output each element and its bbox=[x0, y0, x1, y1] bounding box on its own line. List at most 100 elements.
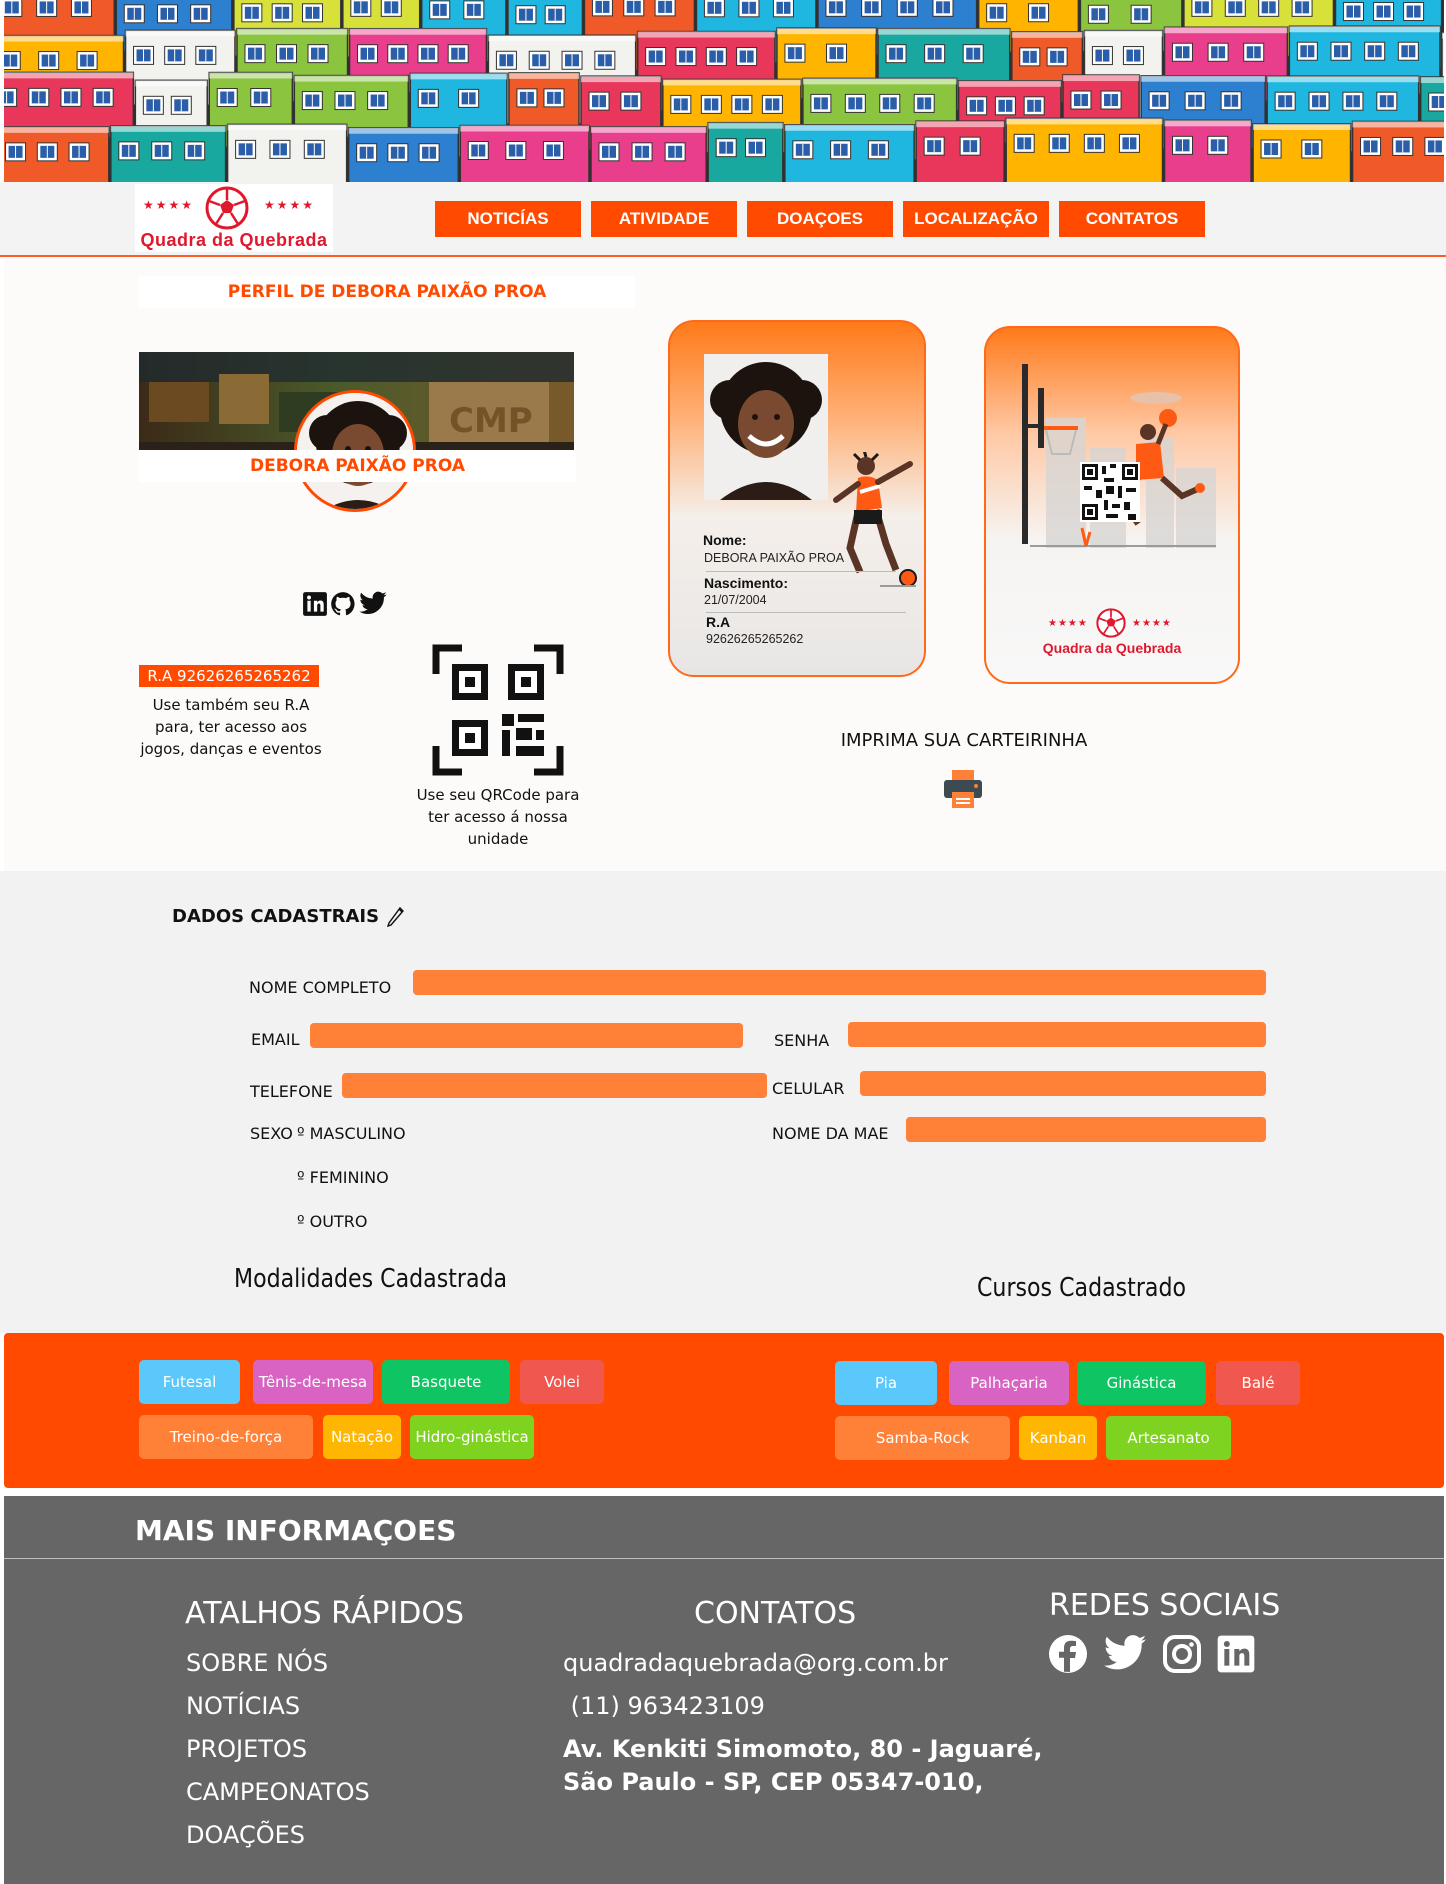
radio-feminino[interactable]: º FEMININO bbox=[297, 1168, 389, 1187]
curso-tag[interactable]: Pia bbox=[835, 1361, 937, 1405]
registration-title-text: DADOS CADASTRAIS bbox=[172, 905, 380, 927]
profile-social-links bbox=[302, 591, 388, 617]
footer-title: MAIS INFORMAÇOES bbox=[135, 1514, 457, 1547]
footer-address-line2: São Paulo - SP, CEP 05347-010, bbox=[563, 1768, 984, 1796]
site-logo[interactable]: ★★★★ ★★★★ Quadra da Quebrada bbox=[135, 184, 333, 252]
card-birth-value: 21/07/2004 bbox=[704, 593, 767, 607]
site-footer: MAIS INFORMAÇOES ATALHOS RÁPIDOS SOBRE N… bbox=[4, 1496, 1444, 1884]
modalidade-tag[interactable]: Volei bbox=[520, 1360, 604, 1404]
footer-social-icons bbox=[1048, 1634, 1256, 1674]
tags-strip: Futesal Tênis-de-mesa Basquete Volei Tre… bbox=[4, 1333, 1444, 1488]
modalidade-tag[interactable]: Tênis-de-mesa bbox=[253, 1360, 373, 1404]
logo-stars-left: ★★★★ bbox=[143, 198, 195, 212]
footer-link-campeonatos[interactable]: CAMPEONATOS bbox=[186, 1778, 370, 1806]
qr-code-icon[interactable] bbox=[432, 644, 564, 776]
site-header: ★★★★ ★★★★ Quadra da Quebrada NOTICÍAS AT… bbox=[0, 182, 1446, 257]
modalidade-tag[interactable]: Basquete bbox=[382, 1360, 510, 1404]
id-card-back: ★★★★ ★★★★ Quadra da Quebrada bbox=[984, 326, 1240, 684]
footer-divider bbox=[4, 1558, 1444, 1559]
ra-help-text: Use também seu R.A para, ter acesso aos … bbox=[140, 696, 322, 758]
label-celular: CELULAR bbox=[772, 1079, 845, 1098]
soccer-player-illustration bbox=[833, 452, 917, 587]
footer-phone: (11) 963423109 bbox=[563, 1692, 765, 1720]
nav-contatos[interactable]: CONTATOS bbox=[1059, 201, 1205, 237]
curso-tag[interactable]: Kanban bbox=[1019, 1416, 1097, 1460]
cursos-title: Cursos Cadastrado bbox=[977, 1273, 1187, 1303]
label-nome-completo: NOME COMPLETO bbox=[249, 978, 392, 997]
footer-address-line1: Av. Kenkiti Simomoto, 80 - Jaguaré, bbox=[563, 1735, 1043, 1763]
pencil-icon[interactable] bbox=[385, 905, 405, 927]
footer-link-noticias[interactable]: NOTÍCIAS bbox=[186, 1692, 300, 1720]
modalidade-tag[interactable]: Treino-de-força bbox=[139, 1415, 313, 1459]
modalidade-tag[interactable]: Natação bbox=[323, 1415, 401, 1459]
printer-icon[interactable] bbox=[942, 768, 984, 810]
footer-email[interactable]: quadradaquebrada@org.com.br bbox=[563, 1649, 948, 1677]
soccer-ball-icon bbox=[205, 186, 249, 230]
nome-mae-input[interactable] bbox=[906, 1117, 1266, 1142]
registration-section: DADOS CADASTRAIS NOME COMPLETO EMAIL SEN… bbox=[0, 871, 1446, 1333]
curso-tag[interactable]: Artesanato bbox=[1106, 1416, 1231, 1460]
twitter-icon[interactable] bbox=[1102, 1634, 1148, 1674]
print-card-title: IMPRIMA SUA CARTEIRINHA bbox=[840, 730, 1088, 751]
id-card-front: Nome: DEBORA PAIXÃO PROA Nascimento: 21/… bbox=[668, 320, 926, 677]
curso-tag[interactable]: Balé bbox=[1216, 1361, 1300, 1405]
card-logo-text: Quadra da Quebrada bbox=[1042, 640, 1182, 656]
card-ra-value: 92626265265262 bbox=[706, 632, 804, 646]
linkedin-icon[interactable] bbox=[1216, 1634, 1256, 1674]
id-card-photo bbox=[704, 354, 828, 500]
card-divider bbox=[706, 612, 906, 613]
curso-tag[interactable]: Samba-Rock bbox=[835, 1416, 1010, 1460]
redes-title: REDES SOCIAIS bbox=[1049, 1588, 1281, 1623]
card-divider bbox=[706, 571, 896, 572]
contatos-title: CONTATOS bbox=[694, 1596, 857, 1631]
footer-link-projetos[interactable]: PROJETOS bbox=[186, 1735, 307, 1763]
label-sexo: SEXO bbox=[250, 1124, 293, 1143]
soccer-ball-icon bbox=[1096, 608, 1126, 638]
profile-section: PERFIL DE DEBORA PAIXÃO PROA CMP DEBORA … bbox=[4, 258, 1446, 871]
label-email: EMAIL bbox=[251, 1030, 300, 1049]
nav-noticias[interactable]: NOTICÍAS bbox=[435, 201, 581, 237]
radio-outro[interactable]: º OUTRO bbox=[297, 1212, 367, 1231]
curso-tag[interactable]: Ginástica bbox=[1077, 1361, 1206, 1405]
senha-input[interactable] bbox=[848, 1022, 1266, 1047]
logo-stars-right: ★★★★ bbox=[263, 198, 315, 212]
logo-text: Quadra da Quebrada bbox=[140, 230, 328, 250]
nav-atividade[interactable]: ATIVIDADE bbox=[591, 201, 737, 237]
email-input[interactable] bbox=[310, 1023, 743, 1048]
modalidade-tag[interactable]: Futesal bbox=[139, 1360, 240, 1404]
svg-text:CMP: CMP bbox=[449, 401, 533, 441]
nome-completo-input[interactable] bbox=[413, 970, 1266, 995]
curso-tag[interactable]: Palhaçaria bbox=[949, 1361, 1069, 1405]
facebook-icon[interactable] bbox=[1048, 1634, 1088, 1674]
registration-title: DADOS CADASTRAIS bbox=[172, 905, 405, 927]
celular-input[interactable] bbox=[860, 1071, 1266, 1096]
qr-help-text: Use seu QRCode para ter acesso á nossa u… bbox=[416, 786, 580, 848]
linkedin-icon[interactable] bbox=[302, 591, 328, 617]
basketball-illustration bbox=[1022, 364, 1216, 548]
twitter-icon[interactable] bbox=[358, 591, 388, 617]
footer-link-sobre[interactable]: SOBRE NÓS bbox=[186, 1649, 328, 1677]
modalidade-tag[interactable]: Hidro-ginástica bbox=[410, 1415, 534, 1459]
hero-banner bbox=[4, 0, 1444, 182]
github-icon[interactable] bbox=[330, 591, 356, 617]
profile-name: DEBORA PAIXÃO PROA bbox=[139, 450, 576, 482]
ra-badge: R.A 92626265265262 bbox=[139, 665, 319, 687]
instagram-icon[interactable] bbox=[1162, 1634, 1202, 1674]
card-logo-stars-right: ★★★★ bbox=[1132, 618, 1172, 629]
nav-localizacao[interactable]: LOCALIZAÇÃO bbox=[903, 201, 1049, 237]
card-name-label: Nome: bbox=[703, 532, 747, 548]
modalidades-title: Modalidades Cadastrada bbox=[234, 1264, 508, 1294]
atalhos-title: ATALHOS RÁPIDOS bbox=[185, 1596, 465, 1631]
card-birth-label: Nascimento: bbox=[704, 575, 789, 591]
card-logo-stars-left: ★★★★ bbox=[1048, 618, 1088, 629]
profile-title: PERFIL DE DEBORA PAIXÃO PROA bbox=[139, 276, 635, 308]
label-nome-mae: NOME DA MAE bbox=[772, 1124, 889, 1143]
card-name-value: DEBORA PAIXÃO PROA bbox=[704, 551, 845, 565]
nav-doacoes[interactable]: DOAÇOES bbox=[747, 201, 893, 237]
label-senha: SENHA bbox=[774, 1031, 830, 1050]
radio-masculino[interactable]: º MASCULINO bbox=[297, 1124, 406, 1143]
footer-link-doacoes[interactable]: DOAÇÕES bbox=[186, 1821, 305, 1849]
telefone-input[interactable] bbox=[342, 1073, 767, 1098]
card-ra-label: R.A bbox=[706, 614, 731, 630]
label-telefone: TELEFONE bbox=[250, 1082, 333, 1101]
